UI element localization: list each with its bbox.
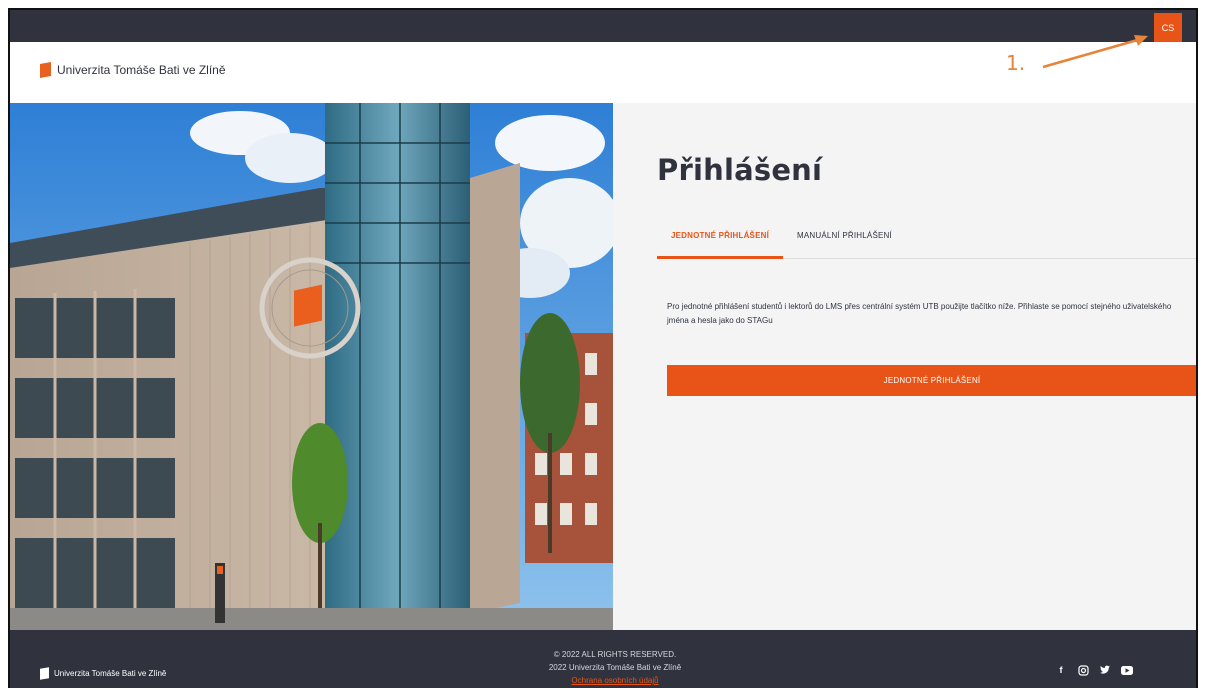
- tab-single-sign-on[interactable]: JEDNOTNÉ PŘIHLÁŠENÍ: [657, 221, 783, 259]
- site-footer: Univerzita Tomáše Bati ve Zlíně © 2022 A…: [10, 630, 1196, 688]
- campus-building-image: [10, 103, 613, 630]
- university-logo[interactable]: Univerzita Tomáše Bati ve Zlíně: [40, 62, 226, 78]
- privacy-link[interactable]: Ochrana osobních údajů: [510, 674, 720, 687]
- university-name: Univerzita Tomáše Bati ve Zlíně: [57, 63, 226, 77]
- login-description: Pro jednotné přihlášení studentů i lekto…: [667, 302, 1172, 325]
- annotation-arrow-icon: [1042, 35, 1148, 69]
- login-panel: Přihlášení JEDNOTNÉ PŘIHLÁŠENÍ MANUÁLNÍ …: [613, 103, 1196, 630]
- utb-logo-icon: [40, 62, 51, 78]
- browser-frame: CS Univerzita Tomáše Bati ve Zlíně 1. Př…: [8, 8, 1198, 688]
- single-sign-on-button[interactable]: JEDNOTNÉ PŘIHLÁŠENÍ: [667, 365, 1196, 396]
- social-links: f: [1055, 664, 1133, 676]
- footer-logo[interactable]: Univerzita Tomáše Bati ve Zlíně: [40, 667, 167, 680]
- utb-logo-icon: [40, 667, 49, 680]
- copyright-text: © 2022 ALL RIGHTS RESERVED.: [553, 650, 677, 659]
- annotation-label: 1.: [1006, 51, 1026, 75]
- footer-university-name: Univerzita Tomáše Bati ve Zlíně: [54, 669, 167, 678]
- instagram-icon[interactable]: [1077, 664, 1089, 676]
- org-text: 2022 Univerzita Tomáše Bati ve Zlíně: [548, 663, 682, 672]
- login-tabs: JEDNOTNÉ PŘIHLÁŠENÍ MANUÁLNÍ PŘIHLÁŠENÍ: [657, 221, 1196, 259]
- youtube-icon[interactable]: [1121, 664, 1133, 676]
- tab-manual-login[interactable]: MANUÁLNÍ PŘIHLÁŠENÍ: [797, 221, 892, 259]
- footer-info: © 2022 ALL RIGHTS RESERVED. 2022 Univerz…: [510, 648, 720, 687]
- page-title: Přihlášení: [657, 153, 823, 187]
- twitter-icon[interactable]: [1099, 664, 1111, 676]
- facebook-icon[interactable]: f: [1055, 664, 1067, 676]
